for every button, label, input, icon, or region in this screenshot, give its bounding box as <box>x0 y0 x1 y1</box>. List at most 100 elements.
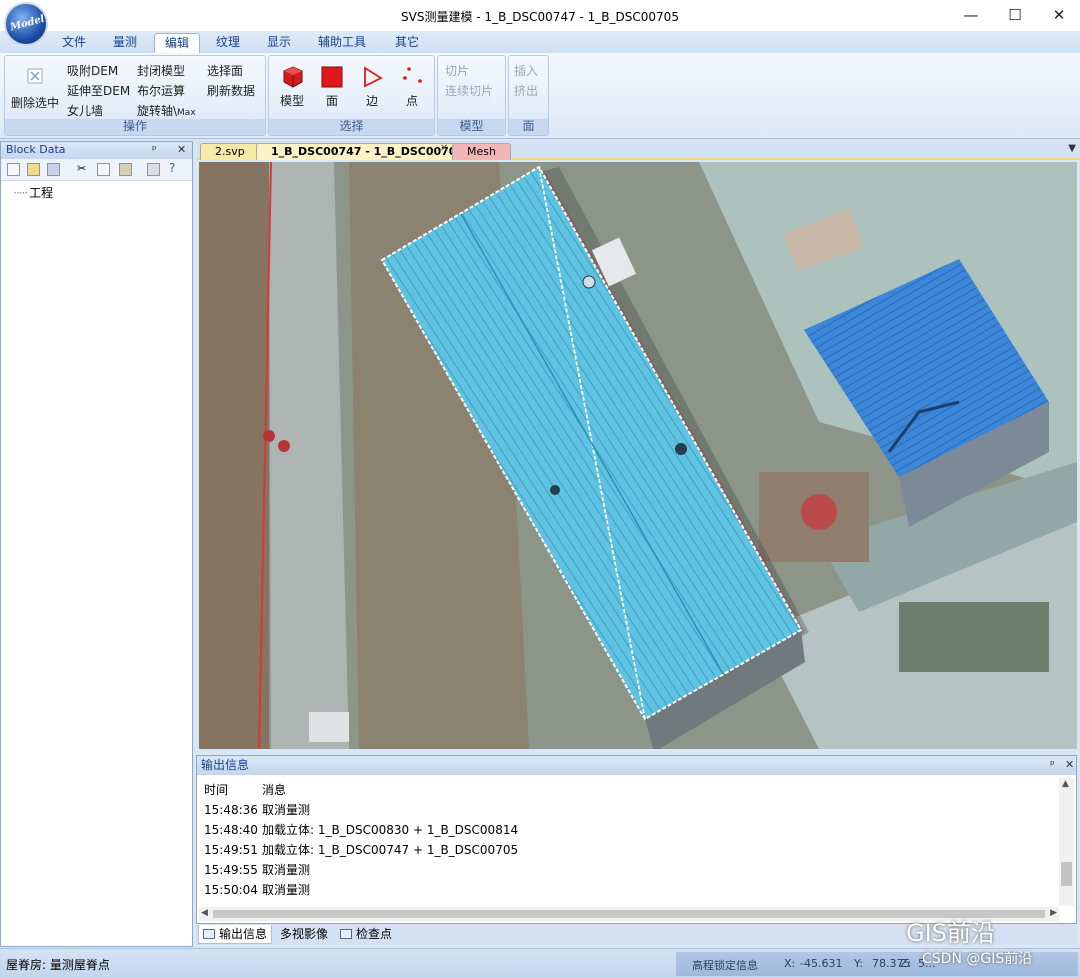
scroll-right-icon[interactable]: ▶ <box>1050 908 1057 918</box>
stereo-image-viewport[interactable] <box>199 162 1077 749</box>
continuous-slice-button[interactable]: 连续切片 <box>445 82 493 99</box>
scroll-up-icon[interactable]: ▲ <box>1062 779 1069 789</box>
menu-tab-tools[interactable]: 辅助工具 <box>308 33 376 53</box>
select-face-label: 面 <box>326 94 339 108</box>
z-label: Z: <box>900 957 912 970</box>
ribbon-group-label-model: 模型 <box>438 119 505 135</box>
slice-button[interactable]: 切片 <box>445 62 469 79</box>
ribbon-group-label-face: 面 <box>509 119 548 135</box>
x-value: -45.631 <box>800 957 843 970</box>
delete-selected-icon <box>27 68 43 84</box>
output-header: 输出信息 ᵖ ✕ <box>197 756 1076 775</box>
scroll-left-icon[interactable]: ◀ <box>201 908 208 918</box>
menu-tab-measure[interactable]: 量测 <box>103 33 147 53</box>
anaglyph-image <box>199 162 1077 749</box>
cut-icon[interactable]: ✂ <box>77 162 90 175</box>
ribbon-group-operate: 删除选中 吸附DEM 延伸至DEM 女儿墙 封闭模型 布尔运算 旋转轴\Max … <box>4 55 266 136</box>
extrude-button[interactable]: 挤出 <box>514 82 538 99</box>
pin-icon[interactable]: ᵖ <box>152 142 157 158</box>
tab-checkpoints[interactable]: 检查点 <box>336 925 396 944</box>
close-button[interactable]: ✕ <box>1036 0 1080 31</box>
help-icon[interactable]: ? <box>169 161 182 175</box>
doc-tab-svp[interactable]: 2.svp <box>200 143 260 160</box>
extend-dem-button[interactable]: 延伸至DEM <box>67 82 130 99</box>
ribbon-group-label-operate: 操作 <box>5 119 265 135</box>
block-data-title: Block Data <box>6 143 66 156</box>
block-data-panel: Block Data ᵖ ✕ ✂ ? ····· 工程 <box>0 141 193 947</box>
ribbon-group-label-select: 选择 <box>269 119 434 135</box>
select-edge-label: 边 <box>366 94 379 108</box>
table-row: 15:48:36 取消量测 <box>204 803 311 817</box>
paste-icon[interactable] <box>119 163 132 176</box>
table-row: 15:48:40 加载立体: 1_B_DSC00830 + 1_B_DSC0081… <box>204 823 519 837</box>
tree-connector-icon: ····· <box>13 186 28 200</box>
select-point-label: 点 <box>406 94 419 108</box>
snap-dem-button[interactable]: 吸附DEM <box>67 62 118 79</box>
ribbon-group-face: 插入 挤出 面 <box>508 55 549 136</box>
doc-tab-mesh[interactable]: Mesh <box>452 143 511 160</box>
delete-selected-button[interactable]: 删除选中 <box>11 94 59 111</box>
app-logo: Model <box>4 2 48 46</box>
face-icon <box>321 66 343 88</box>
ribbon: 删除选中 吸附DEM 延伸至DEM 女儿墙 封闭模型 布尔运算 旋转轴\Max … <box>0 53 1080 139</box>
save-icon[interactable] <box>47 163 60 176</box>
output-tab-icon <box>203 929 215 939</box>
output-close-icon[interactable]: ✕ <box>1065 756 1074 774</box>
tab-multiview[interactable]: 多视影像 <box>260 925 332 944</box>
insert-button[interactable]: 插入 <box>514 62 538 79</box>
document-tabs: 2.svp 1_B_DSC00747 - 1_B_DSC00705 ✕ Mesh… <box>196 141 1080 160</box>
menu-bar: 文件 量测 编辑 纹理 显示 辅助工具 其它 <box>0 31 1080 53</box>
menu-tab-file[interactable]: 文件 <box>52 33 96 53</box>
checkpoint-tab-icon <box>340 929 352 939</box>
window-title: SVS测量建模 - 1_B_DSC00747 - 1_B_DSC00705 <box>401 10 679 24</box>
output-log-header: 时间 消息 <box>204 780 518 800</box>
triangle-edge-icon <box>364 66 383 88</box>
select-face-button[interactable]: 选择面 <box>207 62 243 79</box>
output-panel: 输出信息 ᵖ ✕ 时间 消息 15:48:36 取消量测 15:48:40 加载立体:… <box>196 755 1077 924</box>
points-icon <box>403 67 422 83</box>
output-vertical-scrollbar[interactable]: ▲ <box>1059 778 1074 906</box>
menu-tab-edit[interactable]: 编辑 <box>154 33 201 53</box>
status-bar: 屋脊房: 量测屋脊点 高程锁定信息 X: -45.631 Y: 78.375 Z… <box>0 948 1080 978</box>
maximize-button[interactable]: ☐ <box>992 0 1038 31</box>
panel-close-icon[interactable]: ✕ <box>177 142 186 158</box>
elevation-lock-label: 高程锁定信息 <box>692 959 758 972</box>
col-time-header: 时间 <box>204 783 229 797</box>
print-icon[interactable] <box>147 163 160 176</box>
ribbon-group-select: 模型 面 边 点 选择 <box>268 55 435 136</box>
x-label: X: <box>784 957 796 970</box>
output-pin-icon[interactable]: ᵖ <box>1050 756 1055 774</box>
rotate-axis-button[interactable]: 旋转轴\Max <box>137 102 196 119</box>
ribbon-group-model: 切片 连续切片 模型 <box>437 55 506 136</box>
menu-tab-texture[interactable]: 纹理 <box>206 33 250 53</box>
cube-icon <box>283 66 303 88</box>
menu-tab-other[interactable]: 其它 <box>385 33 429 53</box>
doc-tab-close-icon[interactable]: ✕ <box>440 143 448 154</box>
table-row: 15:49:55 取消量测 <box>204 863 311 877</box>
status-message: 屋脊房: 量测屋脊点 <box>6 958 110 972</box>
refresh-data-button[interactable]: 刷新数据 <box>207 82 255 99</box>
tab-list-dropdown-icon[interactable]: ▼ <box>1068 143 1076 154</box>
scroll-thumb[interactable] <box>1061 862 1072 886</box>
watermark-logo-text: GIS前沿 <box>906 919 995 947</box>
output-log-table: 时间 消息 15:48:36 取消量测 15:48:40 加载立体: 1_B_DSC0… <box>204 780 518 900</box>
block-data-header: Block Data ᵖ ✕ <box>1 142 192 159</box>
block-data-toolbar: ✂ ? <box>1 159 192 181</box>
parapet-button[interactable]: 女儿墙 <box>67 102 103 119</box>
new-file-icon[interactable] <box>7 163 20 176</box>
table-row: 15:50:04 取消量测 <box>204 883 311 897</box>
open-folder-icon[interactable] <box>27 163 40 176</box>
title-bar: Model SVS测量建模 - 1_B_DSC00747 - 1_B_DSC00… <box>0 0 1080 46</box>
watermark-credit: CSDN @GIS前沿 <box>922 951 1033 967</box>
copy-icon[interactable] <box>97 163 110 176</box>
y-label: Y: <box>854 957 863 970</box>
table-row: 15:49:51 加载立体: 1_B_DSC00747 + 1_B_DSC0070… <box>204 843 519 857</box>
menu-tab-display[interactable]: 显示 <box>257 33 301 53</box>
col-msg-header: 消息 <box>262 783 287 797</box>
output-title: 输出信息 <box>201 758 250 772</box>
minimize-button[interactable]: — <box>948 0 994 31</box>
tree-item-project[interactable]: ····· 工程 <box>13 184 53 201</box>
boolean-button[interactable]: 布尔运算 <box>137 82 185 99</box>
close-model-button[interactable]: 封闭模型 <box>137 62 185 79</box>
select-model-label: 模型 <box>280 94 305 108</box>
